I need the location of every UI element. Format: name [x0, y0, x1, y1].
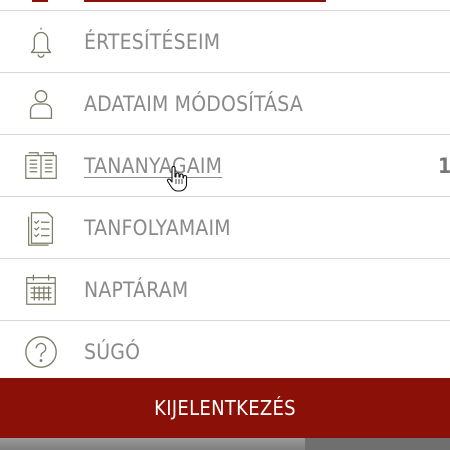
menu-item-notifications[interactable]: ÉRTESÍTÉSEIM [0, 11, 450, 73]
menu-item-label: SÚGÓ [84, 339, 141, 364]
menu-item-label: ÉRTESÍTÉSEIM [84, 29, 221, 54]
hand-pointer-cursor-icon [166, 166, 188, 192]
count-badge: 1 [438, 153, 450, 178]
user-menu: ÉRTESÍTÉSEIM ADATAIM MÓDOSÍTÁSA TANANYAG… [0, 10, 450, 383]
menu-item-label: NAPTÁRAM [84, 277, 189, 302]
menu-item-label: TANANYAGAIM [84, 153, 223, 178]
menu-item-label: TANFOLYAMAIM [84, 215, 231, 240]
bell-icon [20, 21, 62, 63]
calendar-icon [20, 269, 62, 311]
header-accent-left [32, 0, 48, 2]
user-icon [20, 83, 62, 125]
page-backdrop [0, 438, 450, 450]
menu-item-materials[interactable]: TANANYAGAIM 1 [0, 135, 450, 197]
header-accent-bar [84, 0, 326, 2]
menu-item-help[interactable]: SÚGÓ [0, 321, 450, 383]
backdrop-shadow [305, 438, 450, 450]
menu-item-profile[interactable]: ADATAIM MÓDOSÍTÁSA [0, 73, 450, 135]
menu-item-calendar[interactable]: NAPTÁRAM [0, 259, 450, 321]
top-bar [0, 0, 450, 10]
menu-item-label: ADATAIM MÓDOSÍTÁSA [84, 91, 303, 116]
help-icon [20, 331, 62, 373]
logout-button[interactable]: KIJELENTKEZÉS [0, 378, 450, 438]
book-icon [20, 145, 62, 187]
menu-item-courses[interactable]: TANFOLYAMAIM [0, 197, 450, 259]
checklist-icon [20, 207, 62, 249]
